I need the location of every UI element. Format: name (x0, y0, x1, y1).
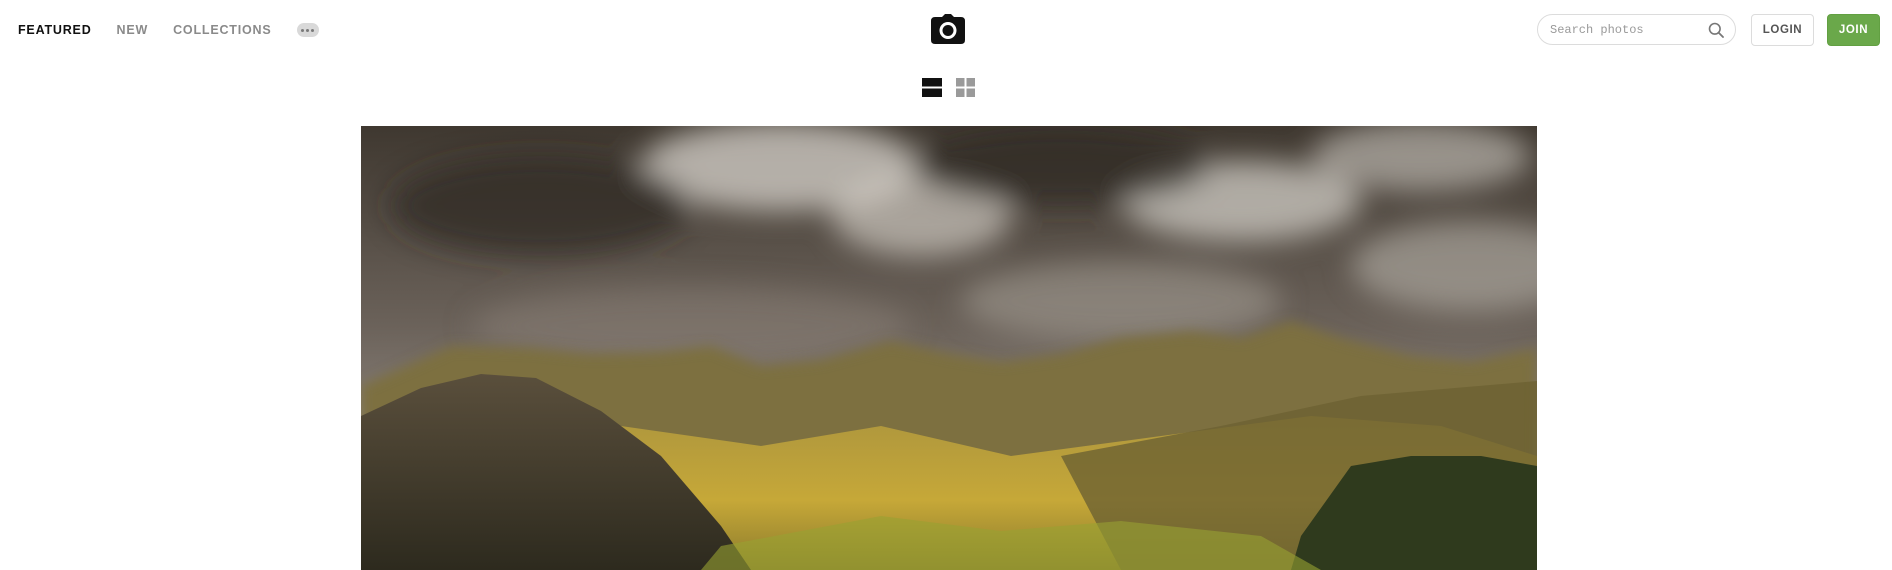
grid-view-icon[interactable] (956, 78, 975, 97)
nav-collections[interactable]: COLLECTIONS (173, 22, 271, 38)
more-dots-icon[interactable] (296, 23, 319, 37)
view-toggle (922, 78, 975, 97)
main-nav: FEATURED NEW COLLECTIONS (18, 22, 319, 38)
search-icon[interactable] (1708, 22, 1724, 38)
featured-photo[interactable] (361, 126, 1537, 570)
login-button[interactable]: LOGIN (1751, 14, 1814, 46)
list-view-icon[interactable] (922, 78, 942, 97)
nav-featured[interactable]: FEATURED (18, 22, 92, 38)
nav-new[interactable]: NEW (117, 22, 149, 38)
camera-icon[interactable] (931, 14, 965, 44)
top-navigation-bar: FEATURED NEW COLLECTIONS LOGIN JOIN (0, 0, 1892, 60)
search-box (1537, 14, 1736, 45)
landscape-image (361, 126, 1537, 570)
join-button[interactable]: JOIN (1827, 14, 1880, 46)
search-input[interactable] (1550, 21, 1700, 39)
